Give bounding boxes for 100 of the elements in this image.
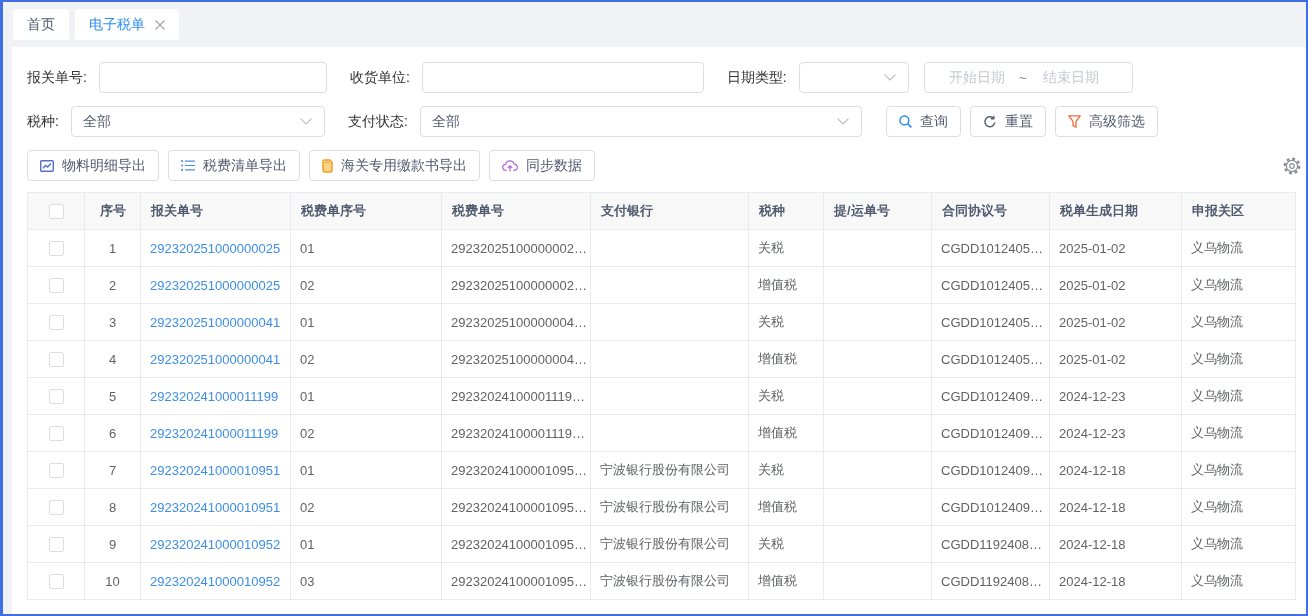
checkbox[interactable]	[48, 315, 64, 331]
table-cell: 关税	[748, 229, 824, 267]
table-cell: 义乌物流	[1181, 562, 1296, 600]
table-cell: 2024-12-18	[1049, 451, 1182, 489]
table-cell: CGDD1012405…	[931, 229, 1050, 267]
table-cell: 关税	[748, 451, 824, 489]
table-cell: 2024-12-18	[1049, 562, 1182, 600]
table-cell: 增值税	[748, 488, 824, 526]
filter-button[interactable]: 高级筛选	[1054, 106, 1158, 137]
table-cell: 义乌物流	[1181, 266, 1296, 304]
table-cell: 10	[84, 562, 141, 600]
table-cell: 03	[290, 562, 442, 600]
table-cell: 02	[290, 266, 442, 304]
checkbox[interactable]	[48, 389, 64, 405]
table-cell: 8	[84, 488, 141, 526]
table-cell: 宁波银行股份有限公司	[590, 525, 749, 563]
table-cell: 2024-12-18	[1049, 525, 1182, 563]
table-cell: 义乌物流	[1181, 525, 1296, 563]
checkbox[interactable]	[48, 352, 64, 368]
table-cell: 29232025100000002…	[441, 229, 591, 267]
select-field[interactable]: 全部	[70, 106, 325, 137]
table-cell: 义乌物流	[1181, 340, 1296, 378]
chart-icon	[40, 159, 54, 172]
field-label: 日期类型:	[726, 68, 787, 87]
checkbox[interactable]	[48, 241, 64, 257]
table-cell: 29232024100001095…	[441, 525, 591, 563]
table-cell: 增值税	[748, 562, 824, 600]
table-cell: 义乌物流	[1181, 303, 1296, 341]
checkbox[interactable]	[48, 426, 64, 442]
table-cell: CGDD1012409…	[931, 488, 1050, 526]
toolbar-button[interactable]: 同步数据	[489, 150, 595, 181]
field-label: 报关单号:	[27, 68, 87, 87]
column-header: 税种	[748, 192, 824, 230]
refresh-icon	[982, 114, 997, 129]
table-cell: 5	[84, 377, 141, 415]
table-cell: 宁波银行股份有限公司	[590, 488, 749, 526]
search-icon	[898, 115, 912, 128]
table-cell: 2025-01-02	[1049, 266, 1182, 304]
table-cell: 29232024100001119…	[441, 377, 591, 415]
table-cell: 01	[290, 525, 442, 563]
checkbox[interactable]	[48, 500, 64, 516]
table-cell: 3	[84, 303, 141, 341]
select-field[interactable]: 全部	[419, 106, 862, 137]
input-field[interactable]	[98, 62, 327, 93]
chevron-down-icon	[299, 118, 312, 125]
cloud-upload-icon	[502, 159, 518, 172]
tab[interactable]: 首页	[13, 9, 69, 40]
table-cell: 9	[84, 525, 141, 563]
table-cell: 2024-12-23	[1049, 414, 1182, 452]
table-cell: 2025-01-02	[1049, 229, 1182, 267]
settings-icon[interactable]	[1283, 156, 1301, 175]
select-field[interactable]	[798, 62, 909, 93]
table-cell: 02	[290, 414, 442, 452]
table-cell: 29232024100001095…	[441, 451, 591, 489]
table-cell: 义乌物流	[1181, 488, 1296, 526]
table-cell: 关税	[748, 377, 824, 415]
checkbox[interactable]	[48, 463, 64, 479]
table-cell: 02	[290, 488, 442, 526]
field-label: 税种:	[27, 112, 59, 131]
chevron-down-icon	[836, 118, 849, 125]
table-cell: 关税	[748, 525, 824, 563]
checkbox[interactable]	[48, 204, 64, 220]
column-header: 税费单号	[441, 192, 591, 230]
close-icon[interactable]	[155, 19, 165, 30]
document-icon	[322, 158, 333, 173]
checkbox[interactable]	[48, 278, 64, 294]
filter-button[interactable]: 查询	[885, 106, 961, 137]
table-cell: 29232025100000004…	[441, 303, 591, 341]
column-header: 提/运单号	[823, 192, 932, 230]
table-cell: 增值税	[748, 414, 824, 452]
checkbox[interactable]	[48, 574, 64, 590]
table-cell: 7	[84, 451, 141, 489]
input-field[interactable]	[421, 62, 704, 93]
list-icon	[181, 160, 195, 171]
table-cell: CGDD1012409…	[931, 451, 1050, 489]
tab[interactable]: 电子税单	[75, 9, 179, 40]
table-cell: 义乌物流	[1181, 451, 1296, 489]
filter-icon	[1067, 115, 1081, 128]
table-cell: 4	[84, 340, 141, 378]
field-label: 收货单位:	[349, 68, 410, 87]
column-header: 合同协议号	[931, 192, 1050, 230]
table-cell: 2024-12-18	[1049, 488, 1182, 526]
checkbox[interactable]	[48, 537, 64, 553]
toolbar-button[interactable]: 物料明细导出	[27, 150, 159, 181]
table-cell: 2025-01-02	[1049, 340, 1182, 378]
column-header: 税费单序号	[290, 192, 442, 230]
table-cell: 2025-01-02	[1049, 303, 1182, 341]
table-cell: 29232024100001119…	[441, 414, 591, 452]
filter-button[interactable]: 重置	[969, 106, 1046, 137]
table-cell: CGDD1012405…	[931, 303, 1050, 341]
table-cell: 6	[84, 414, 141, 452]
table-cell: 29232024100001095…	[441, 488, 591, 526]
table-cell: 01	[290, 229, 442, 267]
table-cell: CGDD1192408…	[931, 562, 1050, 600]
column-header: 申报关区	[1181, 192, 1296, 230]
table-cell: 01	[290, 303, 442, 341]
toolbar-button[interactable]: 税费清单导出	[168, 150, 300, 181]
toolbar-button[interactable]: 海关专用缴款书导出	[309, 150, 480, 181]
table-cell: 29232025100000002…	[441, 266, 591, 304]
table-cell: CGDD1012409…	[931, 377, 1050, 415]
